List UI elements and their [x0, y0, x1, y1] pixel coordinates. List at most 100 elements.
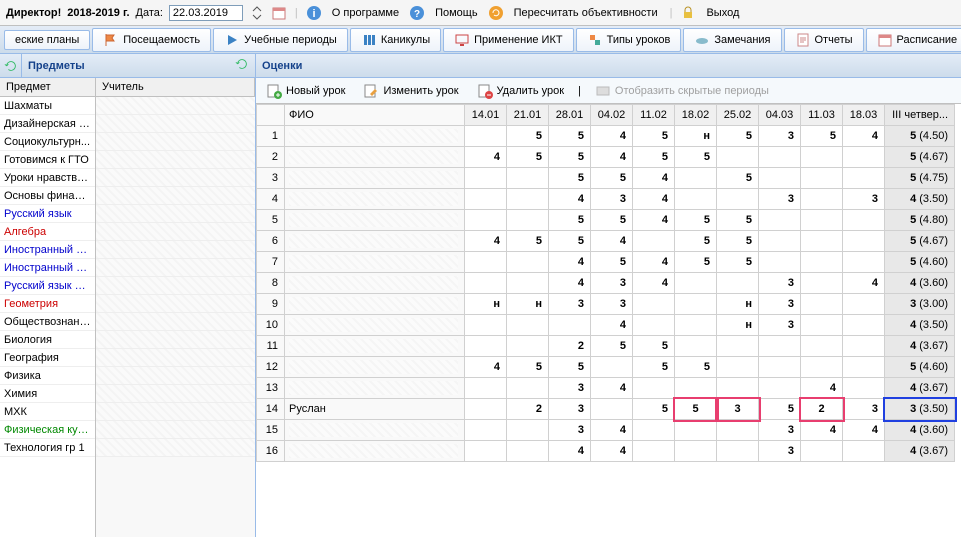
summary-cell[interactable]: 5 (4.67)	[885, 147, 955, 168]
grade-cell[interactable]: н	[675, 126, 717, 147]
tab-lesson-types[interactable]: Типы уроков	[576, 28, 682, 52]
recalc-button[interactable]: Пересчитать объективности	[510, 5, 662, 21]
subject-row[interactable]: География	[0, 349, 95, 367]
date-spinner-icon[interactable]	[249, 5, 265, 21]
grade-cell[interactable]: 5	[759, 399, 801, 420]
tab-holidays[interactable]: Каникулы	[350, 28, 441, 52]
grade-cell[interactable]	[465, 168, 507, 189]
grade-cell[interactable]: 4	[465, 147, 507, 168]
subject-row[interactable]: Социокультурн...	[0, 133, 95, 151]
row-fio[interactable]	[285, 189, 465, 210]
col-subject[interactable]: Предмет	[0, 78, 96, 96]
grade-cell[interactable]: 3	[717, 399, 759, 420]
grade-cell[interactable]	[675, 420, 717, 441]
subject-row[interactable]: Технология гр 1	[0, 439, 95, 457]
grade-cell[interactable]: 4	[591, 441, 633, 462]
grade-cell[interactable]: 5	[549, 231, 591, 252]
grade-cell[interactable]: 3	[549, 399, 591, 420]
grade-cell[interactable]	[843, 252, 885, 273]
col-date[interactable]: 21.01	[507, 105, 549, 126]
grade-cell[interactable]: 3	[843, 189, 885, 210]
grade-cell[interactable]	[507, 420, 549, 441]
col-fio[interactable]: ФИО	[285, 105, 465, 126]
grade-cell[interactable]	[633, 441, 675, 462]
grade-cell[interactable]	[507, 252, 549, 273]
row-fio[interactable]	[285, 231, 465, 252]
grade-cell[interactable]	[507, 441, 549, 462]
grade-cell[interactable]	[507, 336, 549, 357]
row-fio[interactable]	[285, 168, 465, 189]
grade-cell[interactable]: 4	[591, 378, 633, 399]
grade-cell[interactable]: 5	[507, 126, 549, 147]
grade-cell[interactable]: 5	[633, 126, 675, 147]
grade-cell[interactable]	[759, 231, 801, 252]
grade-cell[interactable]: 4	[633, 252, 675, 273]
tab-reports[interactable]: Отчеты	[784, 28, 864, 52]
tab-remarks[interactable]: Замечания	[683, 28, 781, 52]
grade-cell[interactable]	[717, 420, 759, 441]
grade-cell[interactable]: 5	[591, 252, 633, 273]
grade-cell[interactable]: 5	[507, 357, 549, 378]
grade-cell[interactable]	[465, 378, 507, 399]
grade-cell[interactable]: 5	[549, 210, 591, 231]
grade-cell[interactable]: 2	[801, 399, 843, 420]
grade-cell[interactable]	[465, 420, 507, 441]
grade-row[interactable]: 64554555 (4.67)	[257, 231, 955, 252]
new-lesson-button[interactable]: Новый урок	[262, 81, 349, 101]
grade-cell[interactable]: 5	[507, 147, 549, 168]
delete-lesson-button[interactable]: Удалить урок	[473, 81, 568, 101]
grade-cell[interactable]	[759, 147, 801, 168]
grade-cell[interactable]	[465, 399, 507, 420]
row-fio[interactable]	[285, 378, 465, 399]
subject-row[interactable]: МХК	[0, 403, 95, 421]
grade-cell[interactable]	[633, 378, 675, 399]
grade-cell[interactable]	[633, 294, 675, 315]
grade-cell[interactable]: 3	[759, 294, 801, 315]
summary-cell[interactable]: 4 (3.50)	[885, 189, 955, 210]
grade-cell[interactable]: 4	[801, 420, 843, 441]
grade-cell[interactable]	[759, 378, 801, 399]
grade-cell[interactable]: 5	[549, 147, 591, 168]
tab-attendance[interactable]: Посещаемость	[92, 28, 211, 52]
grade-cell[interactable]: 3	[591, 273, 633, 294]
grade-cell[interactable]: 5	[591, 210, 633, 231]
grade-cell[interactable]	[675, 294, 717, 315]
grade-cell[interactable]: 2	[507, 399, 549, 420]
grade-cell[interactable]: 4	[549, 441, 591, 462]
grade-cell[interactable]	[759, 357, 801, 378]
grade-cell[interactable]: 4	[591, 231, 633, 252]
summary-cell[interactable]: 5 (4.60)	[885, 357, 955, 378]
grade-cell[interactable]	[507, 378, 549, 399]
grade-cell[interactable]	[465, 336, 507, 357]
summary-cell[interactable]: 5 (4.60)	[885, 252, 955, 273]
grade-cell[interactable]	[843, 441, 885, 462]
grade-cell[interactable]: 4	[591, 147, 633, 168]
grade-row[interactable]: 104н34 (3.50)	[257, 315, 955, 336]
col-date[interactable]: 11.03	[801, 105, 843, 126]
grade-cell[interactable]: 5	[675, 357, 717, 378]
grade-cell[interactable]: 4	[633, 168, 675, 189]
grade-cell[interactable]	[675, 189, 717, 210]
grade-row[interactable]: 8434344 (3.60)	[257, 273, 955, 294]
summary-cell[interactable]: 4 (3.60)	[885, 420, 955, 441]
subject-row[interactable]: Иностранный яз...	[0, 241, 95, 259]
grade-cell[interactable]: 4	[633, 189, 675, 210]
row-fio[interactable]	[285, 210, 465, 231]
grade-cell[interactable]: 5	[717, 168, 759, 189]
grade-row[interactable]: 164434 (3.67)	[257, 441, 955, 462]
grade-cell[interactable]: 4	[549, 252, 591, 273]
grade-cell[interactable]: 3	[591, 294, 633, 315]
row-fio[interactable]	[285, 147, 465, 168]
grade-cell[interactable]	[801, 210, 843, 231]
about-button[interactable]: О программе	[328, 5, 403, 21]
subject-row[interactable]: Физика	[0, 367, 95, 385]
grade-cell[interactable]	[675, 378, 717, 399]
grade-cell[interactable]	[507, 168, 549, 189]
grade-cell[interactable]	[801, 441, 843, 462]
grade-cell[interactable]: 4	[465, 357, 507, 378]
grade-cell[interactable]: 5	[549, 126, 591, 147]
grade-cell[interactable]	[633, 420, 675, 441]
subject-row[interactable]: Основы финанс...	[0, 187, 95, 205]
grade-cell[interactable]: 3	[759, 441, 801, 462]
grade-cell[interactable]	[675, 441, 717, 462]
